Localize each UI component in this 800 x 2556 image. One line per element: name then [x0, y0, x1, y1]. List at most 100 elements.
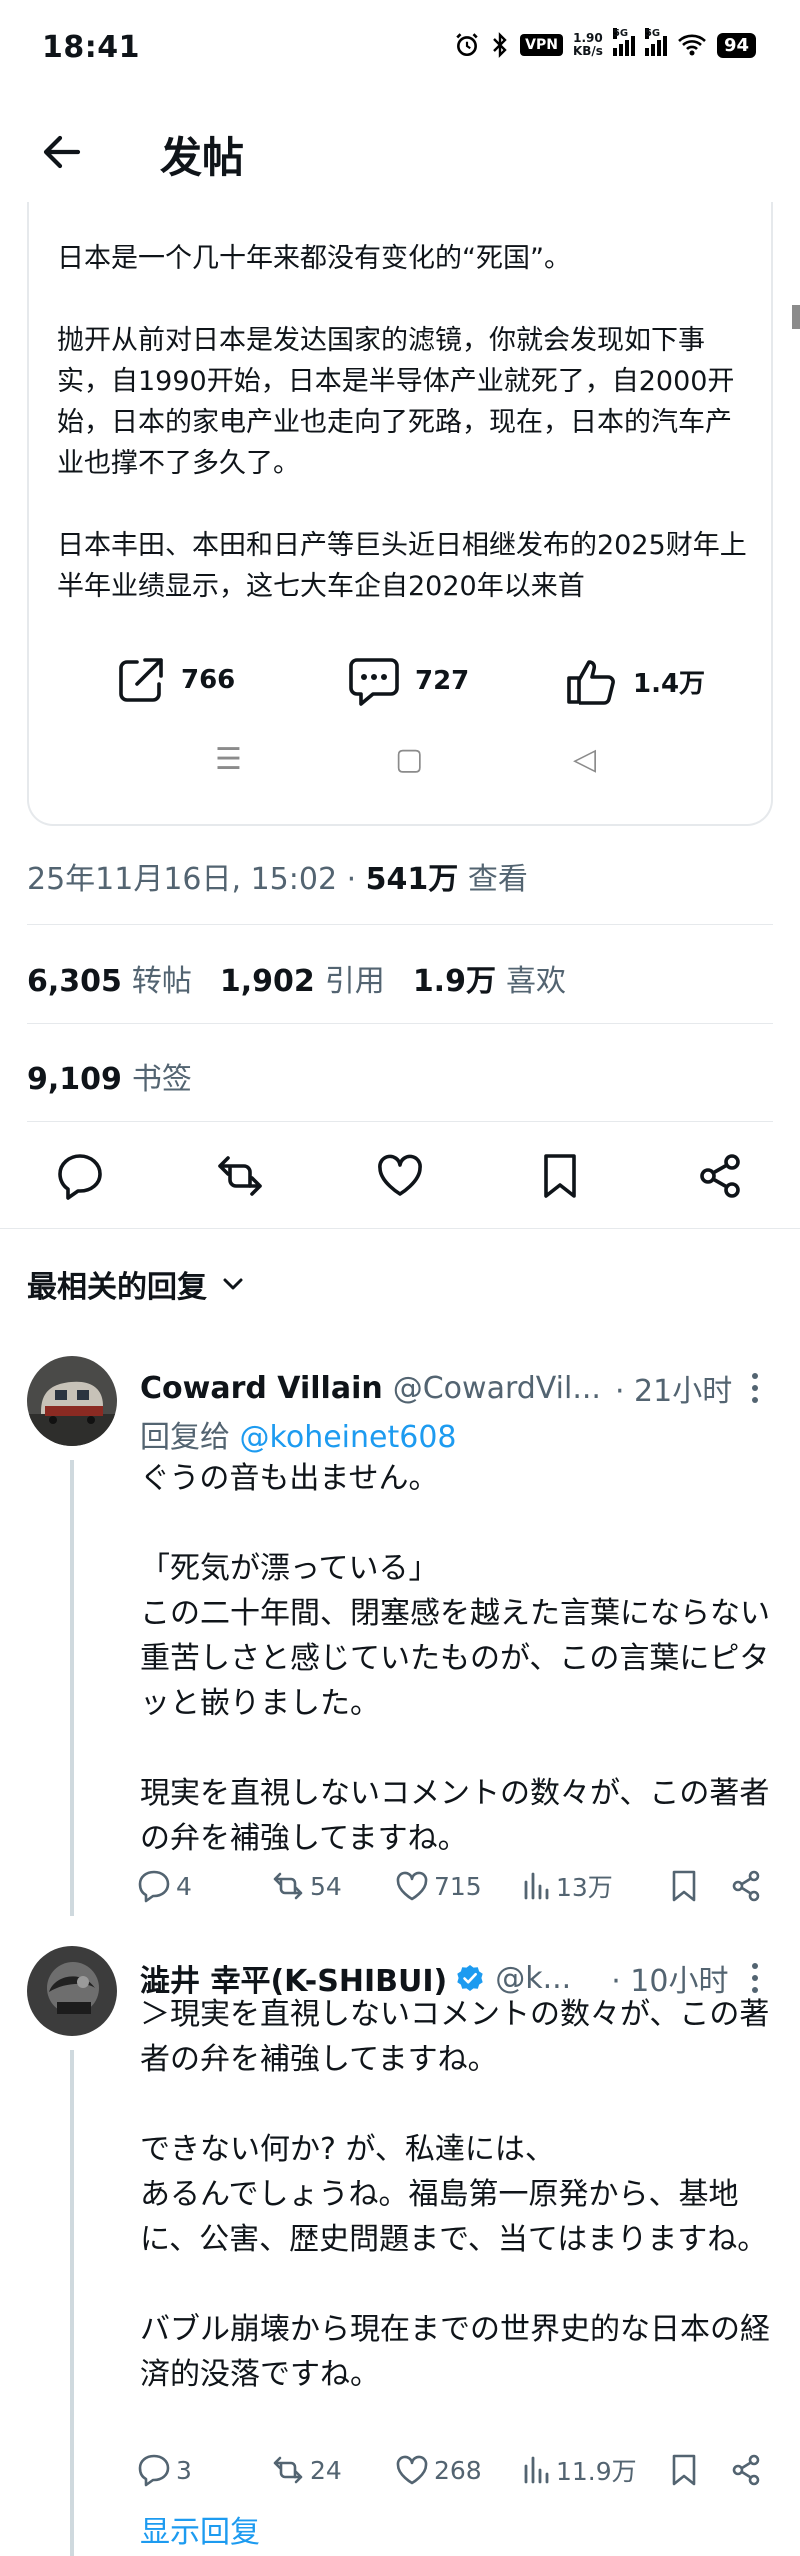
wifi-icon	[678, 34, 706, 56]
thread-line	[70, 2050, 74, 2556]
likes-stat[interactable]: 1.9万 喜欢	[413, 956, 566, 1000]
likes-count: 1.9万	[412, 964, 496, 999]
author-handle[interactable]: @CowardVil...	[393, 1371, 601, 1406]
reply-like-button[interactable]: 715	[394, 1868, 482, 1904]
heart-icon	[396, 1871, 428, 1901]
quoted-share-button[interactable]: 766	[115, 654, 235, 706]
reply-item[interactable]: Coward Villain @CowardVil... · 21小时 回复给 …	[0, 1356, 800, 1916]
post-action-row	[0, 1140, 800, 1210]
app-header: 发帖	[0, 100, 800, 200]
reply-sort-dropdown[interactable]: 最相关的回复	[27, 1262, 245, 1306]
like-count: 715	[434, 1871, 482, 1901]
heart-icon[interactable]	[374, 1150, 426, 1202]
scrollbar-thumb[interactable]	[792, 305, 800, 329]
reply-reply-button[interactable]: 4	[136, 1868, 192, 1904]
reply-paragraph: できない何か? が、私達には、 あるんでしょうね。福島第一原発から、基地に、公害…	[140, 2132, 768, 2257]
like-count: 268	[434, 2455, 482, 2485]
reply-paragraph: ぐうの音も出ません。	[140, 1461, 439, 1496]
back-triangle-icon: ◁	[573, 742, 597, 777]
quotes-label: 引用	[324, 964, 385, 999]
author-name[interactable]: Coward Villain	[140, 1371, 383, 1406]
quoted-post-card[interactable]: 日本是一个几十年来都没有变化的“死国”。 抛开从前对日本是发达国家的滤镜，你就会…	[27, 202, 773, 826]
reply-reply-button[interactable]: 3	[136, 2452, 192, 2488]
speed-unit: KB/s	[572, 44, 603, 58]
reply-header: Coward Villain @CowardVil... · 21小时	[140, 1366, 780, 1410]
replying-to-link[interactable]: @koheinet608	[240, 1420, 457, 1455]
home-square-icon: ▢	[395, 742, 424, 777]
reply-count: 4	[176, 1871, 192, 1901]
view-count: 13万	[556, 1873, 613, 1902]
page-title: 发帖	[160, 133, 245, 182]
comment-bubble-icon	[349, 658, 399, 706]
quotes-stat[interactable]: 1,902 引用	[220, 956, 385, 1000]
chevron-down-icon	[223, 1278, 243, 1290]
bookmark-icon[interactable]	[666, 1868, 702, 1904]
bookmarks-stat[interactable]: 9,109 书签	[27, 1054, 192, 1098]
reply-icon	[138, 1870, 170, 1903]
post-views-count: 541万	[365, 862, 459, 897]
bookmarks-label: 书签	[131, 1062, 192, 1097]
share-icon[interactable]	[694, 1150, 746, 1202]
status-bar: 18:41 VPN 1.90 KB/s 5G 5G 94	[0, 0, 800, 100]
quoted-like-button[interactable]: 1.4万	[565, 654, 705, 708]
replying-to: 回复给 @koheinet608	[140, 1412, 457, 1456]
retweets-stat[interactable]: 6,305 转帖	[27, 956, 192, 1000]
author-handle[interactable]: @k...	[495, 1961, 571, 1996]
battery-indicator: 94	[716, 32, 756, 58]
more-options-icon[interactable]	[750, 1960, 760, 1996]
heart-icon	[396, 2455, 428, 2485]
retweet-icon	[273, 2456, 303, 2484]
reply-body: ＞現実を直視しないコメントの数々が、この著者の弁を補強してますね。 できない何か…	[140, 1992, 780, 2397]
reply-views-button[interactable]: 13万	[522, 1868, 613, 1904]
quoted-comment-button[interactable]: 727	[347, 654, 469, 708]
quotes-count: 1,902	[219, 964, 315, 999]
reply-time: · 21小时	[614, 1374, 733, 1409]
share-icon[interactable]	[728, 1868, 764, 1904]
quoted-post-actions: 766 727 1.4万	[29, 642, 771, 722]
divider	[27, 924, 773, 925]
quoted-likes-count: 1.4万	[633, 668, 706, 699]
reply-icon[interactable]	[54, 1150, 106, 1202]
post-datetime: 25年11月16日, 15:02 ·	[27, 862, 366, 897]
reply-item[interactable]: 澁井 幸平(K-SHIBUI) @k... · 10小时 ＞現実を直視しないコメ…	[0, 1946, 800, 2556]
reply-actions: 4 54 715 13万	[132, 1862, 772, 1912]
vpn-badge: VPN	[520, 34, 563, 56]
reply-retweet-button[interactable]: 54	[270, 1868, 342, 1904]
show-replies-link[interactable]: 显示回复	[140, 2507, 260, 2551]
network-type-2: 5G	[644, 28, 661, 39]
bookmark-icon[interactable]	[666, 2452, 702, 2488]
reply-actions: 3 24 268 11.9万	[132, 2446, 772, 2496]
divider	[0, 1228, 800, 1229]
post-views-label: 查看	[458, 862, 528, 897]
sort-label: 最相关的回复	[27, 1270, 207, 1305]
quoted-replies-count: 727	[415, 666, 470, 696]
status-time: 18:41	[42, 30, 140, 65]
quoted-retweets-count: 766	[181, 665, 236, 695]
avatar[interactable]	[27, 1946, 117, 2036]
views-bar-icon	[524, 1872, 549, 1900]
reply-like-button[interactable]: 268	[394, 2452, 482, 2488]
thumbs-up-icon	[567, 660, 615, 705]
reply-paragraph: 「死気が漂っている」 この二十年間、閉塞感を越えた言葉にならない重苦しさと感じて…	[140, 1551, 770, 1721]
bookmark-icon[interactable]	[534, 1150, 586, 1202]
menu-icon: ☰	[215, 742, 242, 777]
divider	[27, 1121, 773, 1122]
likes-label: 喜欢	[505, 964, 566, 999]
views-bar-icon	[524, 2456, 549, 2484]
reply-icon	[138, 2454, 170, 2487]
retweet-icon[interactable]	[214, 1150, 266, 1202]
reply-views-button[interactable]: 11.9万	[522, 2452, 637, 2488]
reply-paragraph: バブル崩壊から現在までの世界史的な日本の経済的没落ですね。	[140, 2312, 770, 2392]
back-arrow-icon[interactable]	[38, 128, 86, 176]
reply-paragraph: 現実を直視しないコメントの数々が、この著者の弁を補強してますね。	[140, 1776, 770, 1856]
thread-line	[70, 1460, 74, 1916]
alarm-icon	[456, 33, 478, 57]
reply-retweet-button[interactable]: 24	[270, 2452, 342, 2488]
view-count: 11.9万	[556, 2457, 637, 2486]
share-icon[interactable]	[728, 2452, 764, 2488]
network-type-1: 5G	[612, 28, 629, 39]
status-icons: VPN 1.90 KB/s 5G 5G 94	[454, 28, 756, 58]
post-meta: 25年11月16日, 15:02 · 541万 查看	[27, 854, 528, 898]
avatar[interactable]	[27, 1356, 117, 1446]
more-options-icon[interactable]	[750, 1370, 760, 1406]
